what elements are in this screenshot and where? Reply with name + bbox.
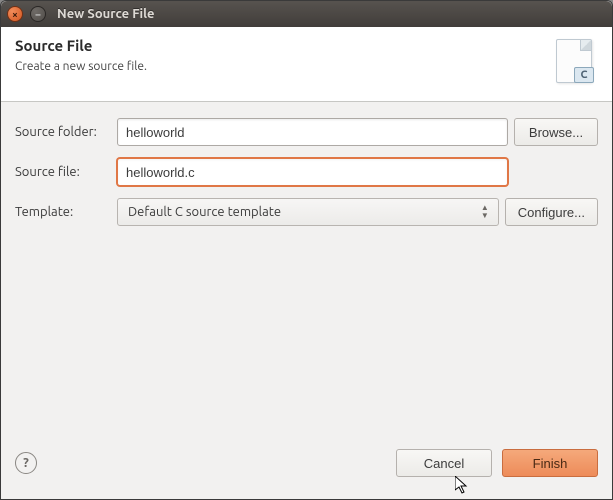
template-label: Template: <box>15 205 111 219</box>
close-icon[interactable]: × <box>7 6 23 22</box>
chevron-updown-icon: ▲▼ <box>478 202 492 222</box>
template-value: Default C source template <box>128 205 281 219</box>
template-select[interactable]: Default C source template ▲▼ <box>117 198 499 226</box>
source-file-input[interactable] <box>117 158 508 186</box>
minimize-icon[interactable]: – <box>30 6 46 22</box>
source-folder-label: Source folder: <box>15 125 111 139</box>
source-file-icon: C <box>554 37 598 89</box>
dialog-header: Source File Create a new source file. C <box>1 27 612 102</box>
source-folder-row: Source folder: Browse... <box>15 118 598 146</box>
source-file-label: Source file: <box>15 165 111 179</box>
browse-button[interactable]: Browse... <box>514 118 598 146</box>
titlebar[interactable]: × – New Source File <box>1 1 612 27</box>
cancel-button[interactable]: Cancel <box>396 449 492 477</box>
dialog-window: × – New Source File Source File Create a… <box>0 0 613 500</box>
dialog-footer: ? Cancel Finish <box>1 438 612 499</box>
template-row: Template: Default C source template ▲▼ C… <box>15 198 598 226</box>
header-title: Source File <box>15 37 147 54</box>
window-title: New Source File <box>57 7 155 21</box>
help-icon[interactable]: ? <box>15 452 37 474</box>
header-subtitle: Create a new source file. <box>15 60 147 73</box>
dialog-content: Source folder: Browse... Source file: Te… <box>1 102 612 438</box>
configure-button[interactable]: Configure... <box>505 198 598 226</box>
finish-button[interactable]: Finish <box>502 449 598 477</box>
source-folder-input[interactable] <box>117 118 508 146</box>
source-file-row: Source file: <box>15 158 598 186</box>
